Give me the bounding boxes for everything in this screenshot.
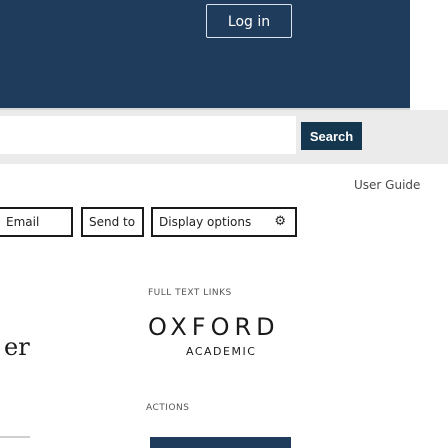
send-to-button[interactable]: Send to: [81, 207, 144, 237]
publisher-logo-subtitle[interactable]: ACADEMIC: [186, 345, 256, 358]
search-input[interactable]: [0, 116, 296, 154]
display-options-button[interactable]: Display options ⚙: [151, 207, 297, 237]
display-options-label: Display options: [159, 215, 252, 229]
publisher-logo-name[interactable]: OXFORD: [148, 313, 280, 341]
actions-heading: ACTIONS: [146, 403, 190, 413]
partial-divider: [0, 436, 30, 438]
user-guide-link[interactable]: User Guide: [354, 178, 420, 192]
log-in-button[interactable]: Log in: [206, 4, 292, 38]
search-button[interactable]: Search: [301, 122, 362, 150]
action-button-partial[interactable]: [150, 437, 291, 448]
email-label: Email: [6, 215, 40, 229]
right-gutter: [410, 0, 448, 110]
email-button[interactable]: Email: [0, 207, 73, 237]
full-text-links-heading: FULL TEXT LINKS: [148, 288, 232, 298]
partial-title-text: er: [4, 333, 30, 361]
search-bar: Search: [0, 110, 448, 164]
gear-icon: ⚙: [274, 214, 286, 229]
send-to-label: Send to: [89, 215, 136, 229]
